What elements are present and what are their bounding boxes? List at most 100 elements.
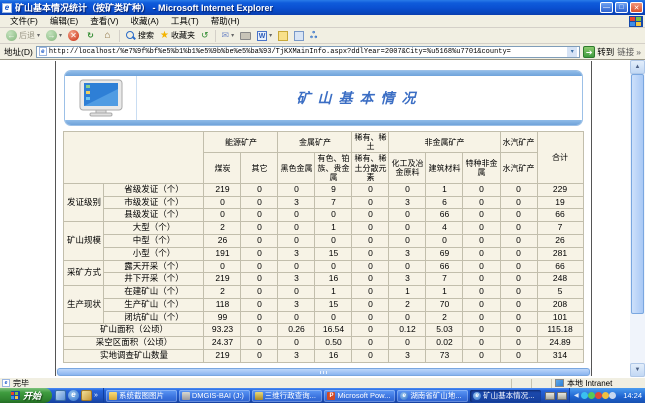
table-cell: 0 (352, 337, 389, 350)
table-cell: 0 (500, 337, 537, 350)
quick-launch-more-icon[interactable]: » (94, 392, 98, 399)
row-label: 县级发证（个） (104, 209, 204, 222)
close-button[interactable]: ✕ (630, 2, 643, 13)
taskbar-button[interactable]: e湖南省矿山地... (397, 390, 468, 402)
start-button[interactable]: 开始 (0, 388, 52, 403)
links-bar[interactable]: 链接 » (617, 46, 641, 58)
table-cell: 0 (315, 235, 352, 248)
printer-tray-icon[interactable] (545, 392, 555, 400)
menu-item[interactable]: 工具(T) (165, 16, 205, 26)
forward-button[interactable]: → ▾ (44, 29, 64, 43)
horizontal-scrollbar[interactable] (56, 368, 591, 376)
back-button[interactable]: ← 后退 ▾ (4, 29, 42, 43)
go-button[interactable]: ➔ 转到 (583, 46, 614, 58)
mail-button[interactable]: ✉ ▾ (220, 29, 237, 43)
tray-collapse-icon[interactable]: ◀ (574, 392, 579, 399)
table-cell: 0 (500, 260, 537, 273)
table-cell: 2 (389, 298, 426, 311)
table-cell: 15 (315, 298, 352, 311)
table-cell: 16 (315, 349, 352, 362)
taskbar-button[interactable]: 系统截图图片 (106, 390, 177, 402)
back-dropdown-icon[interactable]: ▾ (37, 32, 40, 39)
table-cell: 208 (537, 298, 583, 311)
menu-item[interactable]: 收藏(A) (125, 16, 165, 26)
table-cell: 0 (278, 235, 315, 248)
table-cell: 0 (463, 298, 500, 311)
discuss-button[interactable] (292, 29, 306, 43)
messenger-note-button[interactable] (276, 29, 290, 43)
maximize-button[interactable]: □ (615, 2, 628, 13)
table-cell: 248 (537, 273, 583, 286)
status-panel (531, 379, 549, 388)
menu-item[interactable]: 编辑(E) (44, 16, 84, 26)
table-cell: 0 (241, 324, 278, 337)
update-tray-icon[interactable] (602, 392, 609, 399)
taskbar-clock: 14:24 (623, 391, 642, 400)
messenger-button[interactable]: ஃ (308, 29, 319, 43)
table-cell: 0 (500, 209, 537, 222)
network-tray-icon[interactable] (609, 392, 616, 399)
stop-button[interactable]: ✕ (66, 29, 81, 43)
show-desktop-icon[interactable] (55, 390, 66, 401)
minimize-button[interactable]: — (600, 2, 613, 13)
intranet-zone-icon (555, 379, 564, 387)
address-input[interactable]: e http://localhost/%e7%9f%bf%e5%b1%b1%e5… (36, 46, 580, 58)
menu-item[interactable]: 查看(V) (84, 16, 124, 26)
window-title: 矿山基本情况统计（按矿类矿种） - Microsoft Internet Exp… (15, 1, 598, 14)
security-zone-panel: 本地 Intranet (551, 379, 643, 388)
menu-item[interactable]: 帮助(H) (205, 16, 246, 26)
table-cell: 7 (315, 196, 352, 209)
search-button[interactable]: 搜索 (124, 29, 156, 43)
internet-explorer-icon[interactable]: e (68, 390, 79, 401)
table-cell: 69 (426, 247, 463, 260)
forward-dropdown-icon[interactable]: ▾ (59, 32, 62, 39)
taskbar-button[interactable]: e矿山基本情况... (470, 390, 541, 402)
vertical-scrollbar[interactable]: ▲ ▼ (630, 60, 645, 377)
antivirus-tray-icon[interactable] (588, 392, 595, 399)
refresh-button[interactable]: ↻ (83, 29, 98, 43)
app3d-icon (255, 392, 263, 400)
mail-dropdown-icon[interactable]: ▾ (231, 32, 234, 39)
volume-tray-icon[interactable] (581, 392, 588, 399)
media-icon[interactable] (81, 390, 92, 401)
taskbar-button[interactable]: DMGIS-BAI (J:) (179, 390, 250, 402)
edit-dropdown-icon[interactable]: ▾ (269, 32, 272, 39)
print-button[interactable] (238, 29, 253, 43)
scroll-up-icon[interactable]: ▲ (630, 60, 645, 74)
table-cell: 16.54 (315, 324, 352, 337)
taskbar-button[interactable]: PMicrosoft Pow... (324, 390, 395, 402)
vertical-scrollbar-thumb[interactable] (631, 74, 644, 314)
horizontal-scrollbar-thumb[interactable] (57, 368, 590, 376)
table-cell: 115.18 (537, 324, 583, 337)
table-cell: 0 (352, 324, 389, 337)
table-cell: 0 (241, 298, 278, 311)
favorites-button[interactable]: ★ 收藏夹 (158, 29, 197, 43)
table-cell: 0 (278, 337, 315, 350)
edit-button[interactable]: W ▾ (255, 29, 274, 43)
table-cell: 0 (315, 260, 352, 273)
display-tray-icon[interactable] (557, 392, 567, 400)
safety-tray-icon[interactable] (595, 392, 602, 399)
table-cell: 1 (426, 183, 463, 196)
menu-item[interactable]: 文件(F) (4, 16, 44, 26)
table-cell: 0 (463, 286, 500, 299)
vertical-scrollbar-track[interactable] (630, 314, 645, 363)
home-button[interactable]: ⌂ (100, 29, 115, 43)
column-group-header: 非金属矿产 (389, 132, 500, 153)
table-cell: 191 (204, 247, 241, 260)
table-cell: 73 (426, 349, 463, 362)
summary-row-label: 实地调查矿山数量 (64, 349, 204, 362)
table-cell: 7 (537, 222, 583, 235)
links-more-icon[interactable]: » (636, 47, 641, 57)
search-icon (126, 31, 136, 41)
table-cell: 0 (204, 209, 241, 222)
browser-toolbar: ← 后退 ▾ → ▾ ✕ ↻ ⌂ 搜索 ★ 收藏夹 ↺ ✉ ▾ W ▾ (0, 28, 645, 44)
table-cell: 3 (278, 196, 315, 209)
table-cell: 99 (204, 311, 241, 324)
table-summary-row: 实地调查矿山数量2190316037300314 (64, 349, 583, 362)
scroll-down-icon[interactable]: ▼ (630, 363, 645, 377)
taskbar-button[interactable]: 三维行政查询... (252, 390, 323, 402)
address-dropdown-icon[interactable]: ▾ (567, 47, 577, 57)
history-button[interactable]: ↺ (199, 29, 211, 43)
table-cell: 0 (241, 337, 278, 350)
